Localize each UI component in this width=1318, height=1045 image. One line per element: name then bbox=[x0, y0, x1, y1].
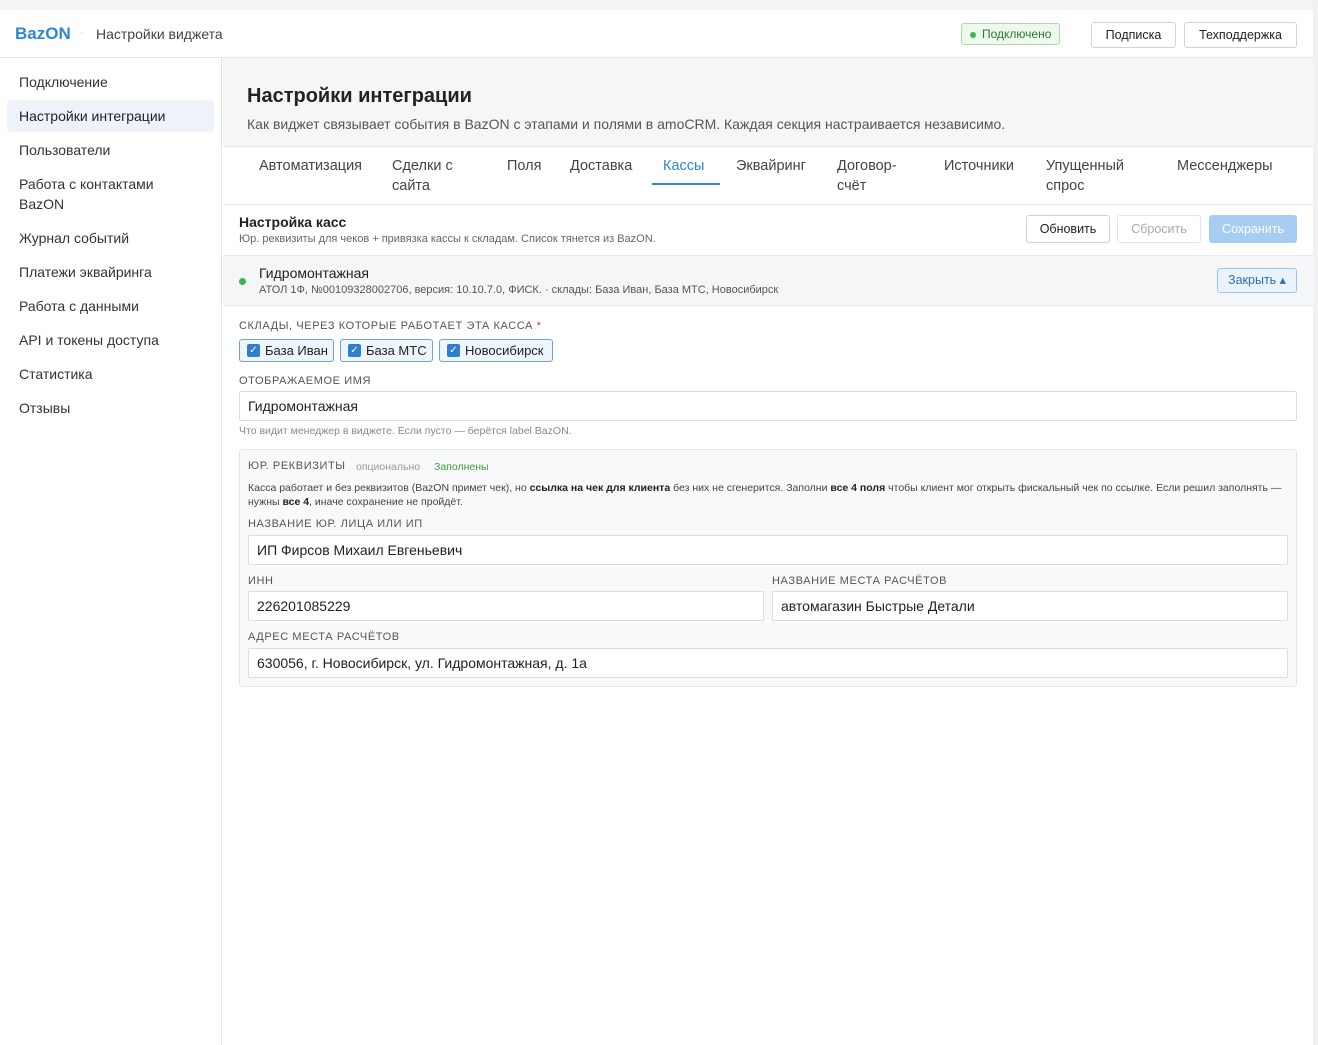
kassy-panel: Настройка касс Юр. реквизиты для чеков +… bbox=[223, 205, 1313, 1045]
legal-details-label: ЮР. РЕКВИЗИТЫ bbox=[248, 460, 346, 472]
sidebar-item-statistics[interactable]: Статистика bbox=[7, 364, 214, 384]
legal-status-tag: Заполнены bbox=[434, 461, 489, 473]
warehouse-chip-label: Новосибирск bbox=[465, 343, 544, 358]
header-title: Настройки виджета bbox=[96, 26, 223, 42]
checkbox-checked-icon[interactable]: ✓ bbox=[247, 344, 260, 357]
legal-note-part: без них не сгенерится. Заполни bbox=[670, 482, 831, 494]
brand-separator: · bbox=[80, 27, 84, 39]
kassa-status-dot-icon bbox=[239, 278, 246, 285]
tab-lost-demand[interactable]: Упущенный спрос bbox=[1046, 156, 1146, 196]
place-name-input[interactable]: автомагазин Быстрые Детали bbox=[772, 591, 1288, 621]
warehouse-chip-label: База МТС bbox=[366, 343, 427, 358]
save-button[interactable]: Сохранить bbox=[1209, 215, 1297, 243]
section-subtitle: Юр. реквизиты для чеков + привязка кассы… bbox=[239, 233, 656, 245]
legal-note-bold: ссылка на чек для клиента bbox=[529, 482, 671, 494]
legal-details-box: ЮР. РЕКВИЗИТЫ опционально Заполнены Касс… bbox=[239, 449, 1297, 687]
required-mark: * bbox=[536, 320, 542, 332]
brand-logo[interactable]: BazON bbox=[15, 24, 71, 44]
address-input[interactable]: 630056, г. Новосибирск, ул. Гидромонтажн… bbox=[248, 648, 1288, 678]
sidebar-item-event-log[interactable]: Журнал событий bbox=[7, 228, 214, 248]
legal-optional-tag: опционально bbox=[356, 461, 421, 473]
page-subtitle: Как виджет связывает события в BazON с э… bbox=[247, 116, 1006, 132]
sidebar-item-integration-settings[interactable]: Настройки интеграции bbox=[7, 100, 214, 132]
top-strip bbox=[0, 0, 1318, 10]
reset-button[interactable]: Сбросить bbox=[1117, 215, 1201, 243]
tab-contract-invoice[interactable]: Договор-счёт bbox=[837, 156, 912, 196]
address-label: АДРЕС МЕСТА РАСЧЁТОВ bbox=[248, 631, 400, 643]
main-content: Настройки интеграции Как виджет связывае… bbox=[223, 58, 1313, 1045]
display-name-input[interactable]: Гидромонтажная bbox=[239, 391, 1297, 421]
warehouses-label-text: СКЛАДЫ, ЧЕРЕЗ КОТОРЫЕ РАБОТАЕТ ЭТА КАССА bbox=[239, 320, 533, 332]
display-name-hint: Что видит менеджер в виджете. Если пусто… bbox=[239, 425, 572, 437]
sidebar-item-acquiring-payments[interactable]: Платежи эквайринга bbox=[7, 262, 214, 282]
section-title: Настройка касс bbox=[239, 214, 347, 230]
warehouse-chip-label: База Иван bbox=[265, 343, 328, 358]
tab-delivery[interactable]: Доставка bbox=[570, 156, 632, 176]
sidebar-item-contacts[interactable]: Работа с контактами BazON bbox=[7, 174, 197, 214]
support-button[interactable]: Техподдержка bbox=[1184, 22, 1297, 48]
kassa-row[interactable]: Гидромонтажная АТОЛ 1Ф, №00109328002706,… bbox=[223, 255, 1313, 306]
subscription-button[interactable]: Подписка bbox=[1091, 22, 1176, 48]
sidebar-item-api-tokens[interactable]: API и токены доступа bbox=[7, 330, 214, 350]
display-name-label: ОТОБРАЖАЕМОЕ ИМЯ bbox=[239, 375, 372, 387]
status-dot-icon bbox=[970, 32, 976, 38]
tab-kassy[interactable]: Кассы bbox=[663, 156, 704, 176]
inn-input[interactable]: 226201085229 bbox=[248, 591, 764, 621]
checkbox-checked-icon[interactable]: ✓ bbox=[348, 344, 361, 357]
sidebar-item-data[interactable]: Работа с данными bbox=[7, 296, 214, 316]
entity-name-input[interactable]: ИП Фирсов Михаил Евгеньевич bbox=[248, 535, 1288, 565]
tab-messengers[interactable]: Мессенджеры bbox=[1177, 156, 1273, 176]
right-scroll-strip bbox=[1313, 0, 1318, 1045]
tab-automation[interactable]: Автоматизация bbox=[259, 156, 362, 176]
page-title: Настройки интеграции bbox=[247, 85, 472, 107]
warehouse-chip-novosibirsk[interactable]: ✓ Новосибирск bbox=[439, 339, 553, 362]
refresh-button[interactable]: Обновить bbox=[1026, 215, 1110, 243]
legal-note-bold: все 4 поля bbox=[830, 482, 886, 494]
legal-note-part: Касса работает и без реквизитов (BazON п… bbox=[248, 482, 530, 494]
warehouse-chip-baza-mts[interactable]: ✓ База МТС bbox=[340, 339, 433, 362]
legal-note: Касса работает и без реквизитов (BazON п… bbox=[248, 481, 1288, 509]
kassa-name: Гидромонтажная bbox=[259, 265, 370, 281]
kassa-meta: АТОЛ 1Ф, №00109328002706, версия: 10.10.… bbox=[259, 284, 779, 296]
active-tab-indicator bbox=[652, 183, 720, 185]
tab-sources[interactable]: Источники bbox=[944, 156, 1014, 176]
place-name-label: НАЗВАНИЕ МЕСТА РАСЧЁТОВ bbox=[772, 575, 948, 587]
tab-bar: Автоматизация Сделки с сайта Поля Достав… bbox=[223, 146, 1313, 205]
entity-name-label: НАЗВАНИЕ ЮР. ЛИЦА ИЛИ ИП bbox=[248, 518, 423, 530]
warehouse-chip-baza-ivan[interactable]: ✓ База Иван bbox=[239, 339, 334, 362]
status-text: Подключено bbox=[982, 27, 1052, 41]
warehouses-label: СКЛАДЫ, ЧЕРЕЗ КОТОРЫЕ РАБОТАЕТ ЭТА КАССА… bbox=[239, 320, 542, 332]
checkbox-checked-icon[interactable]: ✓ bbox=[447, 344, 460, 357]
tab-acquiring[interactable]: Эквайринг bbox=[736, 156, 806, 176]
sidebar-item-users[interactable]: Пользователи bbox=[7, 140, 214, 160]
tab-site-deals[interactable]: Сделки с сайта bbox=[392, 156, 472, 196]
legal-note-bold: все 4 bbox=[282, 496, 310, 508]
connection-status-badge: Подключено bbox=[961, 23, 1061, 45]
app-header: BazON · Настройки виджета Подключено Под… bbox=[0, 10, 1313, 58]
sidebar: Подключение Настройки интеграции Пользов… bbox=[0, 58, 222, 1045]
inn-label: ИНН bbox=[248, 575, 274, 587]
sidebar-item-connection[interactable]: Подключение bbox=[7, 72, 214, 92]
sidebar-item-reviews[interactable]: Отзывы bbox=[7, 398, 214, 418]
tab-fields[interactable]: Поля bbox=[507, 156, 541, 176]
close-kassa-button[interactable]: Закрыть ▴ bbox=[1217, 268, 1297, 293]
legal-note-part: , иначе сохранение не пройдёт. bbox=[309, 496, 463, 508]
